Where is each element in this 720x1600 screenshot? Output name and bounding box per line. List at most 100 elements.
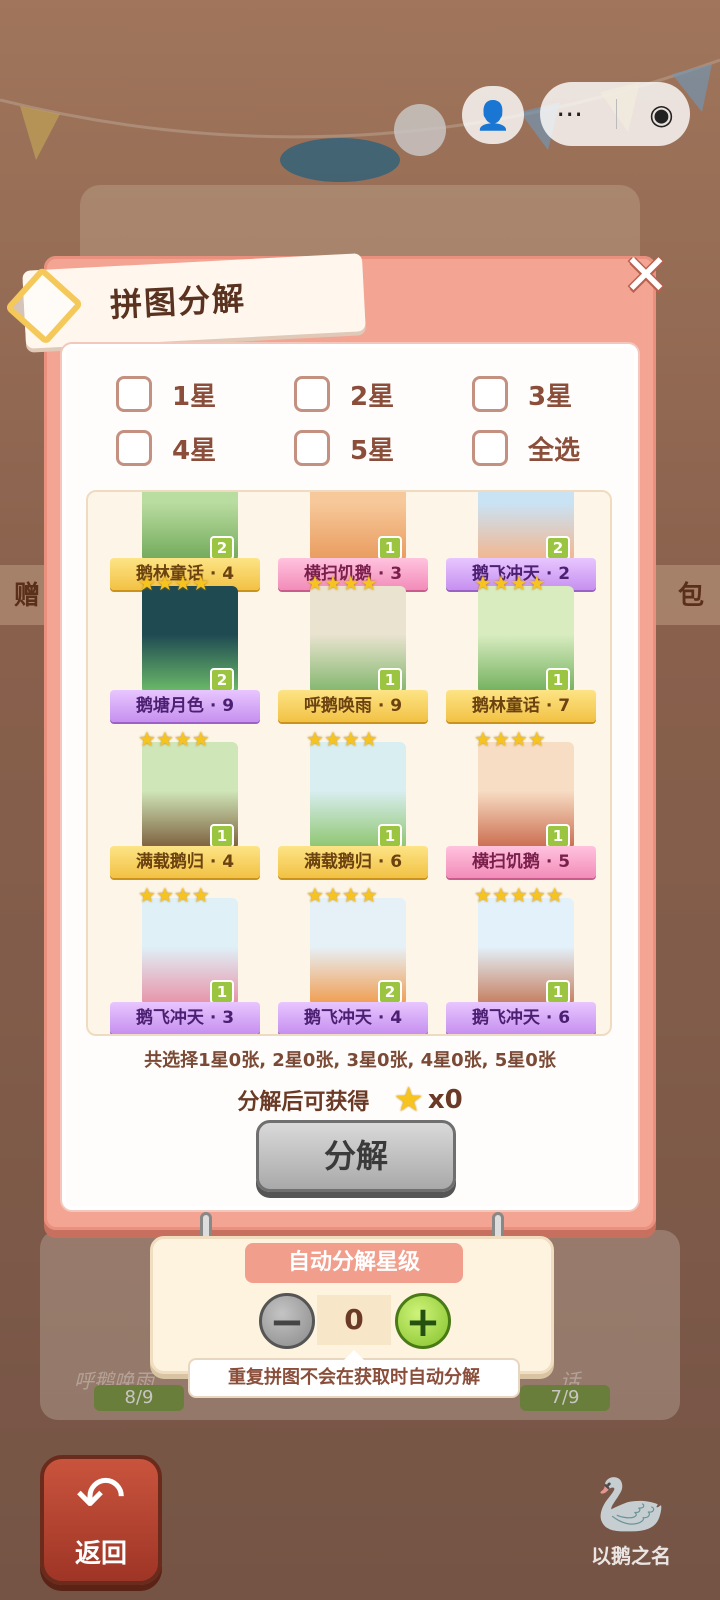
star-icon: ★ bbox=[323, 727, 342, 751]
star-rating: ★ ★ ★ ★ ★ bbox=[474, 884, 564, 906]
star-rating: ★ ★ ★ ★ bbox=[138, 572, 210, 594]
puzzle-piece-card[interactable]: ★ ★ ★ ★ 1 横扫饥鹅 · 5 bbox=[434, 728, 604, 884]
star-icon: ★ bbox=[491, 883, 510, 907]
piece-count-badge: 1 bbox=[546, 824, 570, 848]
checkbox-5-star[interactable] bbox=[294, 430, 330, 466]
puzzle-piece-card[interactable]: ★ ★ ★ ★ ★ 1 鹅飞冲天 · 6 bbox=[434, 884, 604, 1034]
puzzle-piece-card[interactable]: ★ ★ ★ ★ 1 满载鹅归 · 6 bbox=[266, 728, 436, 884]
puzzle-piece-card[interactable]: ★ ★ ★ ★ 1 满载鹅归 · 4 bbox=[98, 728, 268, 884]
star-icon: ★ bbox=[509, 727, 528, 751]
piece-count-badge: 2 bbox=[210, 668, 234, 692]
star-icon: ★ bbox=[341, 571, 360, 595]
back-button-label: 返回 bbox=[74, 1539, 127, 1569]
filter-label-2-star: 2星 bbox=[350, 381, 395, 412]
filter-label-select-all: 全选 bbox=[528, 435, 581, 466]
star-icon: ★ bbox=[341, 727, 360, 751]
piece-name-ribbon: 横扫饥鹅 · 5 bbox=[446, 846, 596, 878]
capsule-divider bbox=[615, 99, 617, 129]
star-icon: ★ bbox=[527, 571, 546, 595]
title-ribbon: 拼图分解 bbox=[4, 253, 366, 349]
filter-2-star[interactable]: 2星 bbox=[294, 368, 472, 420]
filter-label-3-star: 3星 bbox=[528, 381, 573, 412]
piece-name-ribbon: 满载鹅归 · 4 bbox=[110, 846, 260, 878]
back-button[interactable]: ↶ 返回 bbox=[40, 1455, 162, 1585]
minus-button[interactable]: − bbox=[259, 1293, 315, 1349]
star-icon: ★ bbox=[138, 727, 156, 751]
star-rating: ★ ★ ★ ★ bbox=[138, 728, 210, 750]
star-rating: ★ ★ ★ ★ bbox=[474, 728, 546, 750]
puzzle-piece-card[interactable]: ★ ★ ★ ★ 1 呼鹅唤雨 · 9 bbox=[266, 572, 436, 728]
filter-3-star[interactable]: 3星 bbox=[472, 368, 596, 420]
star-rating: ★ ★ ★ ★ bbox=[306, 728, 378, 750]
piece-count-badge: 2 bbox=[210, 536, 234, 560]
star-icon: ★ bbox=[191, 727, 210, 751]
puzzle-piece-card[interactable]: ★ ★ ★ ★ 1 鹅飞冲天 · 3 bbox=[98, 883, 268, 1034]
selection-summary: 共选择1星0张, 2星0张, 3星0张, 4星0张, 5星0张 bbox=[144, 1050, 556, 1071]
close-icon[interactable]: ✕ bbox=[618, 248, 674, 304]
star-icon: ★ bbox=[474, 883, 492, 907]
filter-label-5-star: 5星 bbox=[350, 435, 395, 466]
star-icon: ★ bbox=[509, 883, 528, 907]
piece-count-badge: 1 bbox=[546, 980, 570, 1004]
checkbox-3-star[interactable] bbox=[472, 376, 508, 412]
piece-count-badge: 1 bbox=[378, 536, 402, 560]
dialog-content: 1星 2星 3星 4星 5星 全选 2 鹅林童话 · 4 1 横扫饥鹅 · 3 … bbox=[62, 344, 638, 1210]
star-icon: ★ bbox=[474, 727, 492, 751]
puzzle-piece-card[interactable]: ★ ★ ★ ★ 2 鹅飞冲天 · 4 bbox=[266, 883, 436, 1034]
checkbox-select-all[interactable] bbox=[472, 430, 508, 466]
brand-logo: 🦢 以鹅之名 bbox=[576, 1470, 686, 1580]
auto-decompose-header: 自动分解星级 bbox=[245, 1243, 463, 1283]
piece-count-badge: 2 bbox=[546, 536, 570, 560]
star-icon: ★ bbox=[323, 883, 342, 907]
checkbox-1-star[interactable] bbox=[116, 376, 152, 412]
piece-name-ribbon: 满载鹅归 · 6 bbox=[278, 846, 428, 878]
filter-label-4-star: 4星 bbox=[172, 435, 217, 466]
filter-4-star[interactable]: 4星 bbox=[116, 422, 294, 474]
star-icon: ★ bbox=[341, 883, 360, 907]
star-icon: ★ bbox=[306, 727, 324, 751]
puzzle-piece-card[interactable]: ★ ★ ★ ★ 2 鹅塘月色 · 9 bbox=[98, 572, 268, 728]
star-icon: ★ bbox=[491, 571, 510, 595]
filter-select-all[interactable]: 全选 bbox=[472, 422, 596, 474]
star-icon: ★ bbox=[306, 571, 324, 595]
star-icon: ★ bbox=[527, 727, 546, 751]
star-icon: ★ bbox=[173, 571, 192, 595]
star-filters: 1星 2星 3星 4星 5星 全选 bbox=[116, 368, 596, 476]
user-icon: 👤 bbox=[475, 98, 511, 132]
filter-1-star[interactable]: 1星 bbox=[116, 368, 294, 420]
miniprogram-capsule: ··· ◉ bbox=[540, 82, 690, 146]
star-icon: ★ bbox=[359, 883, 378, 907]
star-icon: ★ bbox=[545, 883, 564, 907]
piece-count-badge: 1 bbox=[546, 668, 570, 692]
star-icon: ★ bbox=[155, 727, 174, 751]
star-icon: ★ bbox=[509, 571, 528, 595]
puzzle-piece-grid[interactable]: 2 鹅林童话 · 4 1 横扫饥鹅 · 3 2 鹅飞冲天 · 2 ★ ★ ★ ★ 2 鹅塘月色 · 9… bbox=[86, 490, 612, 1036]
filter-5-star[interactable]: 5星 bbox=[294, 422, 472, 474]
close-miniprogram-icon[interactable]: ◉ bbox=[649, 98, 673, 131]
filter-row-1: 1星 2星 3星 bbox=[116, 368, 596, 420]
star-rating: ★ ★ ★ ★ bbox=[306, 572, 378, 594]
piece-count-badge: 1 bbox=[378, 668, 402, 692]
return-arrow-icon: ↶ bbox=[75, 1463, 127, 1533]
checkbox-2-star[interactable] bbox=[294, 376, 330, 412]
reward-label: 分解后可获得 bbox=[237, 1090, 370, 1115]
auto-decompose-tip: 重复拼图不会在获取时自动分解 bbox=[188, 1350, 520, 1398]
piece-count-badge: 2 bbox=[378, 980, 402, 1004]
decompose-button[interactable]: 分解 bbox=[256, 1120, 456, 1192]
user-profile-button[interactable]: 👤 bbox=[462, 86, 524, 144]
piece-name-ribbon: 鹅飞冲天 · 6 bbox=[446, 1002, 596, 1034]
star-icon: ★ bbox=[191, 883, 210, 907]
star-icon: ★ bbox=[359, 571, 378, 595]
star-icon: ★ bbox=[173, 883, 192, 907]
star-icon: ★ bbox=[306, 883, 324, 907]
piece-name-ribbon: 鹅飞冲天 · 4 bbox=[278, 1002, 428, 1034]
more-options-icon[interactable]: ··· bbox=[556, 98, 583, 131]
star-icon: ★ bbox=[173, 727, 192, 751]
auto-star-level-value: 0 bbox=[317, 1295, 391, 1345]
plus-button[interactable]: + bbox=[395, 1293, 451, 1349]
dialog-title: 拼图分解 bbox=[109, 279, 247, 325]
puzzle-piece-card[interactable]: ★ ★ ★ ★ 1 鹅林童话 · 7 bbox=[434, 572, 604, 728]
checkbox-4-star[interactable] bbox=[116, 430, 152, 466]
piece-name-ribbon: 鹅塘月色 · 9 bbox=[110, 690, 260, 722]
piece-name-ribbon: 呼鹅唤雨 · 9 bbox=[278, 690, 428, 722]
